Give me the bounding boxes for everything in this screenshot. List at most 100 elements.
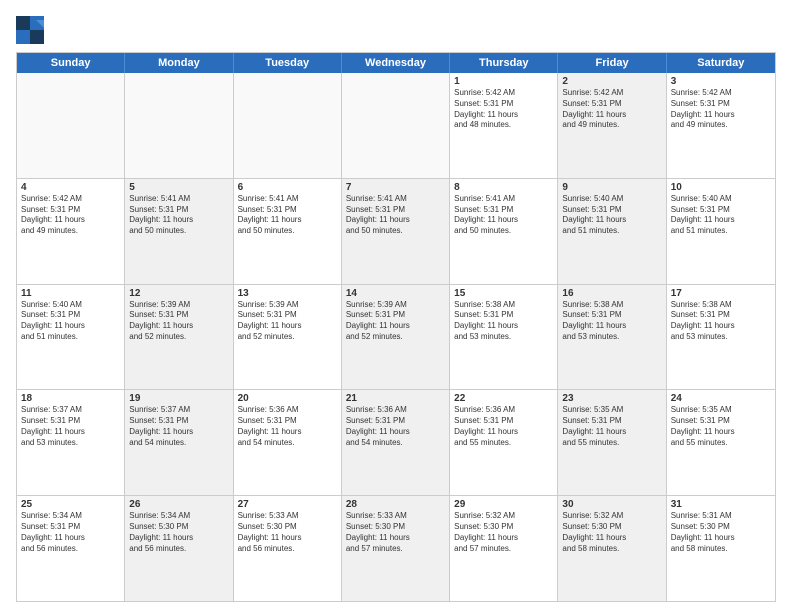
day-number: 13 xyxy=(238,288,337,299)
day-info: Sunrise: 5:38 AM Sunset: 5:31 PM Dayligh… xyxy=(454,300,553,343)
day-number: 29 xyxy=(454,499,553,510)
calendar-cell-empty xyxy=(342,73,450,178)
day-info: Sunrise: 5:32 AM Sunset: 5:30 PM Dayligh… xyxy=(454,511,553,554)
calendar-cell-day-10: 10Sunrise: 5:40 AM Sunset: 5:31 PM Dayli… xyxy=(667,179,775,284)
day-info: Sunrise: 5:39 AM Sunset: 5:31 PM Dayligh… xyxy=(346,300,445,343)
calendar-cell-day-29: 29Sunrise: 5:32 AM Sunset: 5:30 PM Dayli… xyxy=(450,496,558,601)
day-info: Sunrise: 5:41 AM Sunset: 5:31 PM Dayligh… xyxy=(346,194,445,237)
day-number: 18 xyxy=(21,393,120,404)
header-day-tuesday: Tuesday xyxy=(234,53,342,73)
calendar-cell-day-27: 27Sunrise: 5:33 AM Sunset: 5:30 PM Dayli… xyxy=(234,496,342,601)
calendar-cell-day-13: 13Sunrise: 5:39 AM Sunset: 5:31 PM Dayli… xyxy=(234,285,342,390)
calendar-cell-day-19: 19Sunrise: 5:37 AM Sunset: 5:31 PM Dayli… xyxy=(125,390,233,495)
day-number: 12 xyxy=(129,288,228,299)
calendar-cell-day-5: 5Sunrise: 5:41 AM Sunset: 5:31 PM Daylig… xyxy=(125,179,233,284)
day-number: 6 xyxy=(238,182,337,193)
day-number: 5 xyxy=(129,182,228,193)
day-info: Sunrise: 5:41 AM Sunset: 5:31 PM Dayligh… xyxy=(238,194,337,237)
calendar-cell-day-6: 6Sunrise: 5:41 AM Sunset: 5:31 PM Daylig… xyxy=(234,179,342,284)
calendar-cell-day-16: 16Sunrise: 5:38 AM Sunset: 5:31 PM Dayli… xyxy=(558,285,666,390)
day-info: Sunrise: 5:41 AM Sunset: 5:31 PM Dayligh… xyxy=(129,194,228,237)
calendar-row-2: 4Sunrise: 5:42 AM Sunset: 5:31 PM Daylig… xyxy=(17,178,775,284)
calendar-cell-day-31: 31Sunrise: 5:31 AM Sunset: 5:30 PM Dayli… xyxy=(667,496,775,601)
day-info: Sunrise: 5:33 AM Sunset: 5:30 PM Dayligh… xyxy=(346,511,445,554)
day-number: 16 xyxy=(562,288,661,299)
day-number: 4 xyxy=(21,182,120,193)
day-info: Sunrise: 5:39 AM Sunset: 5:31 PM Dayligh… xyxy=(238,300,337,343)
day-number: 30 xyxy=(562,499,661,510)
calendar-cell-day-2: 2Sunrise: 5:42 AM Sunset: 5:31 PM Daylig… xyxy=(558,73,666,178)
calendar: SundayMondayTuesdayWednesdayThursdayFrid… xyxy=(16,52,776,602)
day-number: 25 xyxy=(21,499,120,510)
page: SundayMondayTuesdayWednesdayThursdayFrid… xyxy=(0,0,792,612)
calendar-row-3: 11Sunrise: 5:40 AM Sunset: 5:31 PM Dayli… xyxy=(17,284,775,390)
day-number: 8 xyxy=(454,182,553,193)
calendar-cell-day-25: 25Sunrise: 5:34 AM Sunset: 5:31 PM Dayli… xyxy=(17,496,125,601)
header-day-friday: Friday xyxy=(558,53,666,73)
day-number: 15 xyxy=(454,288,553,299)
day-number: 27 xyxy=(238,499,337,510)
day-number: 9 xyxy=(562,182,661,193)
header xyxy=(16,16,776,44)
day-info: Sunrise: 5:40 AM Sunset: 5:31 PM Dayligh… xyxy=(21,300,120,343)
calendar-header: SundayMondayTuesdayWednesdayThursdayFrid… xyxy=(17,53,775,73)
day-info: Sunrise: 5:36 AM Sunset: 5:31 PM Dayligh… xyxy=(346,405,445,448)
logo-icon xyxy=(16,16,44,44)
day-number: 24 xyxy=(671,393,771,404)
logo xyxy=(16,16,48,44)
calendar-cell-day-1: 1Sunrise: 5:42 AM Sunset: 5:31 PM Daylig… xyxy=(450,73,558,178)
calendar-cell-day-15: 15Sunrise: 5:38 AM Sunset: 5:31 PM Dayli… xyxy=(450,285,558,390)
day-number: 23 xyxy=(562,393,661,404)
calendar-body: 1Sunrise: 5:42 AM Sunset: 5:31 PM Daylig… xyxy=(17,73,775,601)
day-info: Sunrise: 5:36 AM Sunset: 5:31 PM Dayligh… xyxy=(238,405,337,448)
calendar-cell-empty xyxy=(234,73,342,178)
calendar-cell-day-20: 20Sunrise: 5:36 AM Sunset: 5:31 PM Dayli… xyxy=(234,390,342,495)
day-number: 11 xyxy=(21,288,120,299)
day-number: 1 xyxy=(454,76,553,87)
calendar-cell-day-28: 28Sunrise: 5:33 AM Sunset: 5:30 PM Dayli… xyxy=(342,496,450,601)
calendar-cell-day-14: 14Sunrise: 5:39 AM Sunset: 5:31 PM Dayli… xyxy=(342,285,450,390)
calendar-cell-day-3: 3Sunrise: 5:42 AM Sunset: 5:31 PM Daylig… xyxy=(667,73,775,178)
day-number: 10 xyxy=(671,182,771,193)
calendar-cell-day-22: 22Sunrise: 5:36 AM Sunset: 5:31 PM Dayli… xyxy=(450,390,558,495)
day-number: 22 xyxy=(454,393,553,404)
calendar-cell-day-26: 26Sunrise: 5:34 AM Sunset: 5:30 PM Dayli… xyxy=(125,496,233,601)
day-info: Sunrise: 5:35 AM Sunset: 5:31 PM Dayligh… xyxy=(562,405,661,448)
day-info: Sunrise: 5:32 AM Sunset: 5:30 PM Dayligh… xyxy=(562,511,661,554)
day-info: Sunrise: 5:34 AM Sunset: 5:31 PM Dayligh… xyxy=(21,511,120,554)
day-info: Sunrise: 5:41 AM Sunset: 5:31 PM Dayligh… xyxy=(454,194,553,237)
calendar-cell-day-21: 21Sunrise: 5:36 AM Sunset: 5:31 PM Dayli… xyxy=(342,390,450,495)
day-info: Sunrise: 5:40 AM Sunset: 5:31 PM Dayligh… xyxy=(671,194,771,237)
day-number: 7 xyxy=(346,182,445,193)
header-day-monday: Monday xyxy=(125,53,233,73)
header-day-thursday: Thursday xyxy=(450,53,558,73)
day-info: Sunrise: 5:39 AM Sunset: 5:31 PM Dayligh… xyxy=(129,300,228,343)
calendar-cell-day-9: 9Sunrise: 5:40 AM Sunset: 5:31 PM Daylig… xyxy=(558,179,666,284)
day-info: Sunrise: 5:37 AM Sunset: 5:31 PM Dayligh… xyxy=(21,405,120,448)
day-number: 17 xyxy=(671,288,771,299)
day-number: 3 xyxy=(671,76,771,87)
day-number: 20 xyxy=(238,393,337,404)
day-info: Sunrise: 5:35 AM Sunset: 5:31 PM Dayligh… xyxy=(671,405,771,448)
day-number: 21 xyxy=(346,393,445,404)
calendar-cell-day-11: 11Sunrise: 5:40 AM Sunset: 5:31 PM Dayli… xyxy=(17,285,125,390)
day-info: Sunrise: 5:37 AM Sunset: 5:31 PM Dayligh… xyxy=(129,405,228,448)
header-day-wednesday: Wednesday xyxy=(342,53,450,73)
day-info: Sunrise: 5:40 AM Sunset: 5:31 PM Dayligh… xyxy=(562,194,661,237)
calendar-row-4: 18Sunrise: 5:37 AM Sunset: 5:31 PM Dayli… xyxy=(17,389,775,495)
calendar-cell-day-24: 24Sunrise: 5:35 AM Sunset: 5:31 PM Dayli… xyxy=(667,390,775,495)
day-info: Sunrise: 5:42 AM Sunset: 5:31 PM Dayligh… xyxy=(454,88,553,131)
header-day-saturday: Saturday xyxy=(667,53,775,73)
day-info: Sunrise: 5:31 AM Sunset: 5:30 PM Dayligh… xyxy=(671,511,771,554)
calendar-cell-day-12: 12Sunrise: 5:39 AM Sunset: 5:31 PM Dayli… xyxy=(125,285,233,390)
calendar-row-5: 25Sunrise: 5:34 AM Sunset: 5:31 PM Dayli… xyxy=(17,495,775,601)
day-number: 14 xyxy=(346,288,445,299)
header-day-sunday: Sunday xyxy=(17,53,125,73)
calendar-cell-empty xyxy=(125,73,233,178)
calendar-cell-day-8: 8Sunrise: 5:41 AM Sunset: 5:31 PM Daylig… xyxy=(450,179,558,284)
day-number: 28 xyxy=(346,499,445,510)
day-info: Sunrise: 5:38 AM Sunset: 5:31 PM Dayligh… xyxy=(671,300,771,343)
day-info: Sunrise: 5:42 AM Sunset: 5:31 PM Dayligh… xyxy=(671,88,771,131)
day-number: 19 xyxy=(129,393,228,404)
day-number: 2 xyxy=(562,76,661,87)
